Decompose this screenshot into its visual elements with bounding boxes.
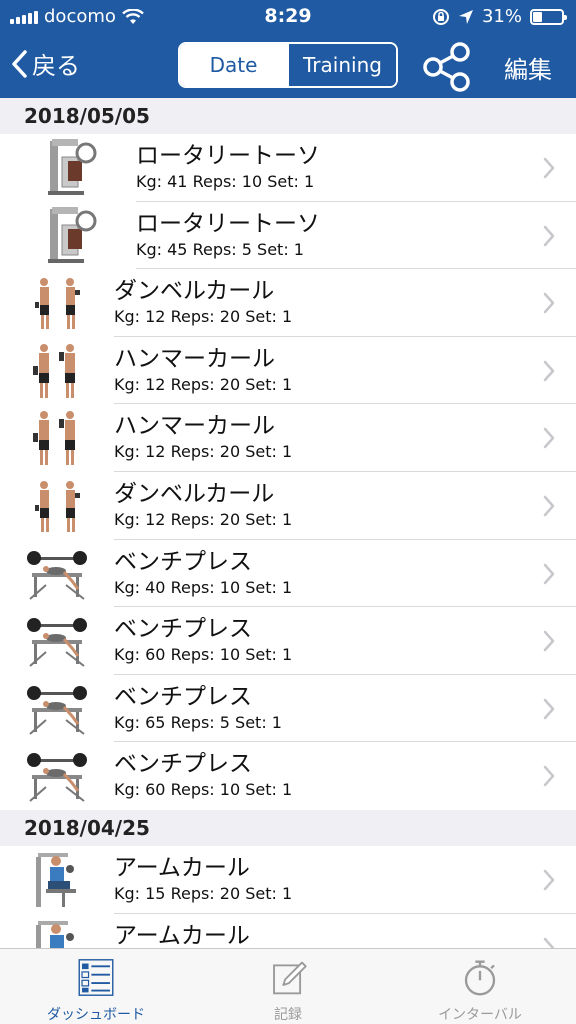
workout-row[interactable]: アームカール	[0, 913, 576, 948]
back-button[interactable]: 戻る	[10, 46, 80, 81]
exercise-name: ロータリートーソ	[136, 143, 320, 169]
workout-row[interactable]: ハンマーカール Kg: 12 Reps: 20 Set: 1	[0, 404, 576, 472]
exercise-thumbnail	[26, 678, 88, 740]
workout-row[interactable]: ベンチプレス Kg: 60 Reps: 10 Set: 1	[0, 742, 576, 810]
chevron-right-icon	[543, 766, 555, 787]
workout-text: ハンマーカール Kg: 12 Reps: 20 Set: 1	[114, 345, 576, 405]
workout-row[interactable]: ダンベルカール Kg: 12 Reps: 20 Set: 1	[0, 471, 576, 540]
workout-row[interactable]: ロータリートーソ Kg: 45 Reps: 5 Set: 1	[0, 201, 576, 270]
workout-text: ロータリートーソ Kg: 45 Reps: 5 Set: 1	[136, 210, 576, 270]
exercise-thumbnail	[26, 543, 88, 605]
workout-text: ベンチプレス Kg: 60 Reps: 10 Set: 1	[114, 615, 576, 675]
workout-text: ロータリートーソ Kg: 41 Reps: 10 Set: 1	[136, 142, 576, 202]
exercise-detail: Kg: 12 Reps: 20 Set: 1	[114, 509, 293, 529]
chevron-right-icon	[543, 937, 555, 948]
workout-text: ベンチプレス Kg: 40 Reps: 10 Set: 1	[114, 548, 576, 608]
exercise-thumbnail	[26, 407, 88, 469]
tab-interval[interactable]: インターバル	[384, 949, 576, 1024]
exercise-detail: Kg: 60 Reps: 10 Set: 1	[114, 645, 293, 665]
chevron-right-icon	[543, 630, 555, 652]
share-icon[interactable]	[422, 40, 474, 92]
section-header-date: 2018/05/05	[0, 98, 576, 134]
chevron-right-icon	[543, 225, 555, 246]
workout-row[interactable]: ロータリートーソ Kg: 41 Reps: 10 Set: 1	[0, 134, 576, 202]
workout-row[interactable]: アームカール Kg: 15 Reps: 20 Set: 1	[0, 845, 576, 914]
tab-dashboard-label: ダッシュボード	[47, 1007, 145, 1023]
chevron-right-icon	[543, 157, 555, 179]
workout-text: ベンチプレス Kg: 60 Reps: 10 Set: 1	[114, 750, 576, 810]
exercise-thumbnail	[26, 849, 88, 911]
exercise-thumbnail	[26, 475, 88, 537]
exercise-name: ロータリートーソ	[136, 210, 320, 237]
exercise-detail: Kg: 12 Reps: 20 Set: 1	[114, 442, 293, 462]
exercise-detail: Kg: 15 Reps: 20 Set: 1	[114, 883, 293, 903]
exercise-detail: Kg: 12 Reps: 20 Set: 1	[114, 307, 293, 327]
pencil-icon	[273, 961, 307, 995]
workout-row[interactable]: ベンチプレス Kg: 40 Reps: 10 Set: 1	[0, 539, 576, 608]
orientation-lock-icon	[432, 8, 449, 25]
chevron-right-icon	[543, 360, 555, 382]
exercise-thumbnail	[26, 340, 88, 402]
tab-dashboard[interactable]: ダッシュボード	[0, 949, 192, 1024]
exercise-name: ハンマーカール	[114, 413, 275, 440]
section-header-date: 2018/04/25	[0, 809, 576, 846]
exercise-thumbnail	[26, 745, 88, 807]
workout-row[interactable]: ベンチプレス Kg: 60 Reps: 10 Set: 1	[0, 607, 576, 675]
exercise-thumbnail	[42, 205, 104, 267]
tab-interval-label: インターバル	[438, 1007, 522, 1023]
exercise-detail: Kg: 60 Reps: 10 Set: 1	[114, 780, 293, 800]
exercise-name: ベンチプレス	[114, 616, 252, 643]
stopwatch-icon	[464, 960, 496, 996]
workout-text: アームカール Kg: 15 Reps: 20 Set: 1	[114, 854, 576, 914]
battery-icon	[530, 8, 567, 25]
navigation-bar: 戻る Date Training 編集	[0, 34, 576, 98]
tab-record-label: 記録	[274, 1007, 302, 1023]
segment-date[interactable]: Date	[180, 44, 287, 86]
status-right: 31%	[432, 6, 567, 27]
chevron-right-icon	[543, 495, 555, 517]
location-icon	[458, 9, 473, 24]
exercise-name: ベンチプレス	[114, 683, 252, 710]
exercise-detail: Kg: 12 Reps: 20 Set: 1	[114, 374, 293, 394]
workout-text: ダンベルカール Kg: 12 Reps: 20 Set: 1	[114, 277, 576, 337]
status-bar: docomo 8:29 31%	[0, 0, 576, 34]
exercise-name: アームカール	[114, 854, 250, 881]
exercise-name: ダンベルカール	[114, 278, 275, 305]
exercise-name: ダンベルカール	[114, 480, 275, 507]
exercise-thumbnail	[26, 272, 88, 334]
history-list[interactable]: 2018/05/05 ロータリートーソ Kg: 41 Reps: 10 Set: 1…	[0, 98, 576, 948]
chevron-right-icon	[543, 563, 555, 584]
exercise-detail: Kg: 40 Reps: 10 Set: 1	[114, 577, 293, 597]
exercise-detail: Kg: 45 Reps: 5 Set: 1	[136, 239, 304, 259]
chevron-left-icon	[12, 49, 27, 78]
exercise-name: ベンチプレス	[114, 751, 252, 778]
exercise-thumbnail	[42, 137, 104, 199]
workout-text: ハンマーカール Kg: 12 Reps: 20 Set: 1	[114, 412, 576, 472]
exercise-name: アームカール	[114, 922, 250, 948]
exercise-name: ベンチプレス	[114, 548, 252, 575]
chevron-right-icon	[543, 698, 555, 719]
chevron-right-icon	[543, 428, 555, 449]
exercise-detail: Kg: 41 Reps: 10 Set: 1	[136, 172, 315, 191]
workout-text: アームカール	[114, 922, 576, 948]
chevron-right-icon	[543, 292, 555, 314]
exercise-detail: Kg: 65 Reps: 5 Set: 1	[114, 712, 282, 732]
segment-training[interactable]: Training	[287, 44, 396, 86]
exercise-name: ハンマーカール	[114, 345, 275, 372]
workout-row[interactable]: ハンマーカール Kg: 12 Reps: 20 Set: 1	[0, 336, 576, 405]
edit-button[interactable]: 編集	[504, 50, 552, 85]
dashboard-icon	[78, 959, 114, 996]
view-segmented-control: Date Training	[178, 42, 398, 88]
battery-percent: 31%	[481, 6, 522, 27]
workout-text: ベンチプレス Kg: 65 Reps: 5 Set: 1	[114, 683, 576, 743]
workout-row[interactable]: ベンチプレス Kg: 65 Reps: 5 Set: 1	[0, 674, 576, 743]
chevron-right-icon	[543, 869, 555, 891]
tab-bar: ダッシュボード 記録 インターバル	[0, 948, 576, 1024]
exercise-thumbnail	[26, 610, 88, 672]
exercise-thumbnail	[26, 917, 88, 948]
workout-row[interactable]: ダンベルカール Kg: 12 Reps: 20 Set: 1	[0, 269, 576, 337]
workout-text: ダンベルカール Kg: 12 Reps: 20 Set: 1	[114, 480, 576, 540]
tab-record[interactable]: 記録	[192, 949, 384, 1024]
back-label: 戻る	[32, 52, 80, 80]
